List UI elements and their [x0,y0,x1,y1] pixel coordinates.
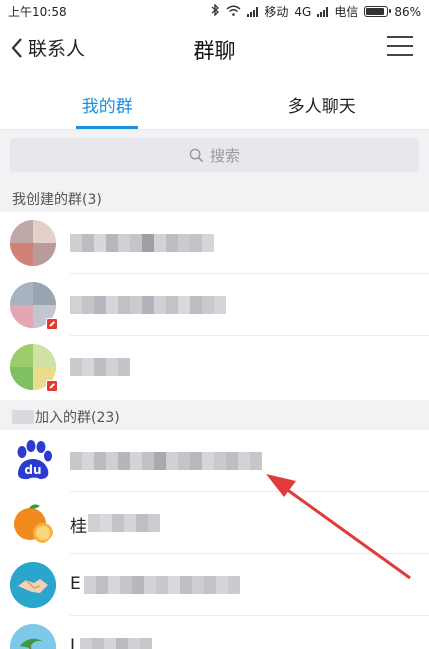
island-avatar [10,624,56,649]
group-avatar [10,220,56,266]
status-right: 移动 4G 电信 86% [211,3,421,20]
back-button[interactable]: 联系人 [10,34,85,61]
baidu-paw-icon: du [17,440,52,480]
group-name-blurred [70,358,130,376]
baidu-avatar: du [10,438,56,484]
battery-icon [364,6,392,17]
no-disturb-icon [46,380,58,392]
section-header-created: 我创建的群(3) [0,182,429,212]
status-time: 上午10:58 [8,5,67,19]
section-header-joined: 加入的群(23) [0,400,429,430]
status-bar: 上午10:58 移动 4G 电信 86% [0,0,429,22]
blurred-prefix [12,410,34,424]
group-name-blurred [80,638,152,649]
group-name-blurred [70,234,214,252]
group-name-blurred [84,576,240,594]
network-type: 4G [294,4,312,19]
bluetooth-icon [211,3,220,19]
handshake-avatar [10,562,56,608]
group-row[interactable] [0,212,429,274]
tab-my-groups[interactable]: 我的群 [0,74,215,129]
group-name-prefix: I [70,636,76,649]
svg-text:du: du [24,463,41,477]
group-name-prefix: E [70,574,81,594]
tab-active-underline [76,126,139,129]
battery-fill [366,8,384,15]
group-name-blurred [88,514,160,532]
no-disturb-icon [46,318,58,330]
nav-bar: 联系人 群聊 [0,22,429,74]
section-header-joined-label: 加入的群(23) [35,410,120,426]
signal-icon [247,6,259,17]
signal-icon-2 [317,6,329,17]
group-row[interactable]: 桂 [0,492,429,554]
group-name-prefix: 桂 [70,517,87,537]
tab-multi-chat[interactable]: 多人聊天 [215,74,429,129]
wifi-icon [226,5,241,19]
group-name-blurred [70,296,226,314]
group-row[interactable] [0,336,429,398]
group-row[interactable]: E [0,554,429,616]
island-icon [10,624,56,649]
group-row[interactable]: I [0,616,429,649]
search-input[interactable]: 搜索 [10,138,419,172]
group-row[interactable]: du [0,430,429,492]
back-chevron-icon [11,37,22,58]
group-name-blurred [70,452,262,470]
search-placeholder: 搜索 [209,146,240,165]
tab-bar: 我的群 多人聊天 [0,74,429,130]
handshake-icon [10,562,56,608]
orange-fruit-icon [14,504,53,543]
search-area: 搜索 [0,130,429,182]
search-icon [189,148,204,162]
menu-icon[interactable] [387,36,413,58]
carrier-1: 移动 [264,5,289,19]
group-row[interactable] [0,274,429,336]
tab-my-groups-label: 我的群 [81,97,133,117]
carrier-2: 电信 [334,5,359,19]
back-button-label: 联系人 [28,38,86,60]
orange-avatar [10,500,56,546]
battery-percent: 86% [394,4,421,19]
tab-multi-chat-label: 多人聊天 [287,97,356,117]
